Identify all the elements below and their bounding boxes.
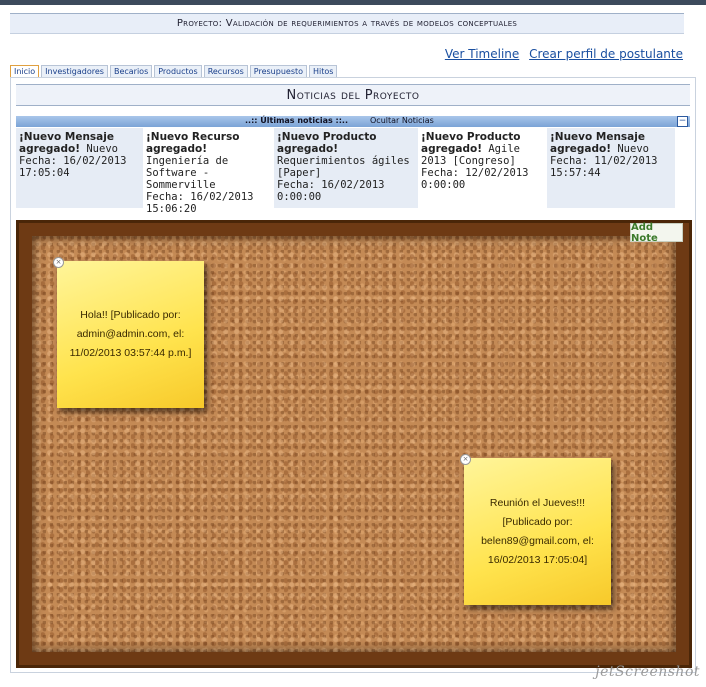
view-timeline-link[interactable]: Ver Timeline [445,47,519,61]
news-detail: Nuevo [86,143,118,155]
news-detail: Ingeniería de Software - Sommerville [146,155,229,191]
close-icon[interactable]: × [460,454,471,465]
news-item: ¡Nuevo Producto agregado! Agile 2013 [Co… [418,128,547,208]
top-window-strip [0,0,706,5]
news-heading: ¡Nuevo Recurso agregado! [146,131,240,155]
minus-icon[interactable]: − [677,116,688,127]
sticky-note[interactable]: Hola!! [Publicado por: admin@admin.com, … [57,261,204,408]
sticky-note-text: Hola!! [Publicado por: admin@admin.com, … [69,309,192,359]
news-date: Fecha: 12/02/2013 0:00:00 [421,167,529,191]
news-detail: Nuevo [617,143,649,155]
news-date: Fecha: 16/02/2013 17:05:04 [19,155,127,179]
news-item: ¡Nuevo Producto agregado! Requerimientos … [274,128,418,208]
add-note-button[interactable]: Add Note [630,222,683,244]
news-list: ¡Nuevo Mensaje agregado! Nuevo Fecha: 16… [16,128,690,215]
news-detail: Requerimientos ágiles [Paper] [277,155,410,179]
top-links: Ver Timeline Crear perfil de postulante [439,47,683,61]
section-title: Noticias del Proyecto [16,84,690,106]
close-icon[interactable]: × [53,257,64,268]
news-item: ¡Nuevo Mensaje agregado! Nuevo Fecha: 16… [16,128,143,208]
main-panel: Noticias del Proyecto ..:: Últimas notic… [10,77,696,673]
news-item: ¡Nuevo Mensaje agregado! Nuevo Fecha: 11… [547,128,675,208]
news-bar: ..:: Últimas noticias ::.. Ocultar Notic… [16,116,690,127]
sticky-note[interactable]: Reunión el Jueves!!! [Publicado por: bel… [464,458,611,605]
news-date: Fecha: 16/02/2013 0:00:00 [277,179,385,203]
news-heading: ¡Nuevo Producto agregado! [277,131,377,155]
news-date: Fecha: 11/02/2013 15:57:44 [550,155,658,179]
create-profile-link[interactable]: Crear perfil de postulante [529,47,683,61]
hide-news-link[interactable]: Ocultar Noticias [370,116,434,125]
news-item: ¡Nuevo Recurso agregado! Ingeniería de S… [143,128,274,215]
news-date: Fecha: 16/02/2013 15:06:20 [146,191,254,215]
project-title: Proyecto: Validación de requerimientos a… [10,13,684,34]
news-bar-title: ..:: Últimas noticias ::.. [245,116,349,125]
watermark-logo: jetScreenshot [595,664,700,680]
sticky-note-text: Reunión el Jueves!!! [Publicado por: bel… [481,496,594,566]
